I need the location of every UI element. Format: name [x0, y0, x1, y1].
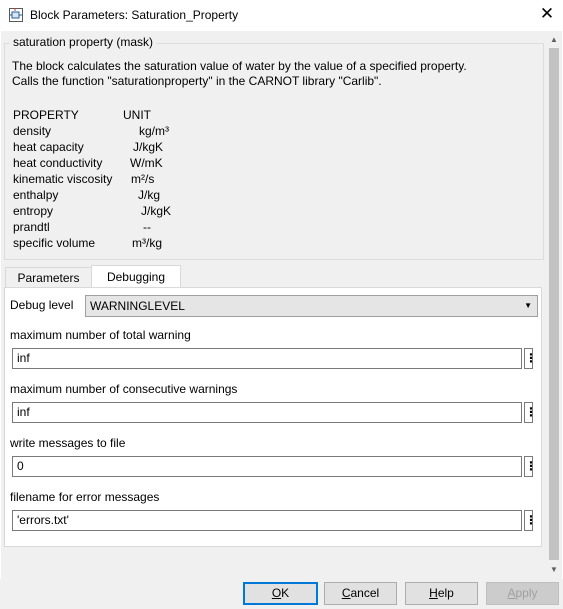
property-unit: m²/s: [131, 172, 155, 186]
tab-debugging[interactable]: Debugging: [91, 265, 181, 288]
property-unit: J/kg: [138, 188, 161, 202]
description-line: Calls the function "saturationproperty" …: [12, 74, 382, 88]
tab-bar: Parameters Debugging: [5, 265, 542, 288]
simulink-block-icon: [9, 8, 23, 22]
field-label: write messages to file: [10, 436, 126, 450]
max-total-warnings-field[interactable]: [12, 348, 522, 369]
chevron-down-icon: ▼: [524, 301, 532, 310]
apply-button[interactable]: Apply: [486, 582, 559, 605]
vertical-scrollbar[interactable]: ▲ ▼: [546, 31, 562, 579]
error-filename-field[interactable]: [12, 510, 522, 531]
property-unit: J/kgK: [141, 204, 172, 218]
debugging-panel: Debug level WARNINGLEVEL ▼ maximum numbe…: [4, 287, 542, 547]
group-title: saturation property (mask): [10, 35, 157, 49]
more-options-icon[interactable]: ⋮: [524, 510, 533, 531]
cancel-rest: ancel: [350, 586, 380, 600]
write-messages-input[interactable]: [13, 457, 515, 474]
error-filename-input[interactable]: [13, 511, 515, 528]
max-total-warnings-input[interactable]: [13, 349, 515, 366]
more-options-icon[interactable]: ⋮: [524, 402, 533, 423]
property-name: prandtl: [13, 220, 50, 234]
property-name: specific volume: [13, 236, 96, 250]
property-name: heat capacity: [13, 140, 84, 154]
property-header: PROPERTY: [13, 108, 79, 122]
tab-parameters[interactable]: Parameters: [5, 267, 92, 288]
property-name: heat conductivity: [13, 156, 103, 170]
cancel-button[interactable]: Cancel: [324, 582, 397, 605]
debug-level-value: WARNINGLEVEL: [90, 299, 185, 313]
property-unit: --: [143, 220, 151, 234]
ok-mnemonic: O: [271, 586, 282, 600]
description-line: The block calculates the saturation valu…: [12, 59, 467, 73]
property-name: kinematic viscosity: [13, 172, 113, 186]
property-unit: W/mK: [130, 156, 163, 170]
property-unit: J/kgK: [133, 140, 164, 154]
debug-level-label: Debug level: [10, 298, 74, 312]
scrollbar-thumb[interactable]: [549, 48, 559, 560]
mask-description-group: saturation property (mask) The block cal…: [4, 35, 544, 260]
scroll-down-icon[interactable]: ▼: [546, 563, 562, 577]
property-name: density: [13, 124, 52, 138]
help-rest: elp: [437, 586, 454, 600]
close-icon[interactable]: ✕: [538, 5, 556, 23]
field-label: filename for error messages: [10, 490, 160, 504]
unit-header: UNIT: [123, 108, 151, 122]
property-name: enthalpy: [13, 188, 59, 202]
window-title: Block Parameters: Saturation_Property: [30, 8, 239, 22]
scroll-up-icon[interactable]: ▲: [546, 33, 562, 47]
title-bar[interactable]: Block Parameters: Saturation_Property ✕: [0, 0, 563, 31]
more-options-icon[interactable]: ⋮: [524, 348, 533, 369]
field-label: maximum number of consecutive warnings: [10, 382, 238, 396]
max-consecutive-warnings-field[interactable]: [12, 402, 522, 423]
max-consecutive-warnings-input[interactable]: [13, 403, 515, 420]
apply-rest: pply: [515, 586, 538, 600]
property-name: entropy: [13, 204, 54, 218]
property-unit: kg/m³: [139, 124, 169, 138]
help-button[interactable]: Help: [405, 582, 478, 605]
debug-level-dropdown[interactable]: WARNINGLEVEL ▼: [85, 295, 538, 317]
write-messages-field[interactable]: [12, 456, 522, 477]
help-mnemonic: H: [429, 586, 438, 600]
apply-mnemonic: A: [507, 586, 516, 600]
property-unit: m³/kg: [132, 236, 162, 250]
mask-description: The block calculates the saturation valu…: [12, 59, 532, 89]
dialog-content: saturation property (mask) The block cal…: [1, 31, 546, 579]
field-label: maximum number of total warning: [10, 328, 191, 342]
button-bar: OK Cancel Help Apply: [0, 579, 563, 609]
ok-button[interactable]: OK: [243, 582, 318, 605]
more-options-icon[interactable]: ⋮: [524, 456, 533, 477]
